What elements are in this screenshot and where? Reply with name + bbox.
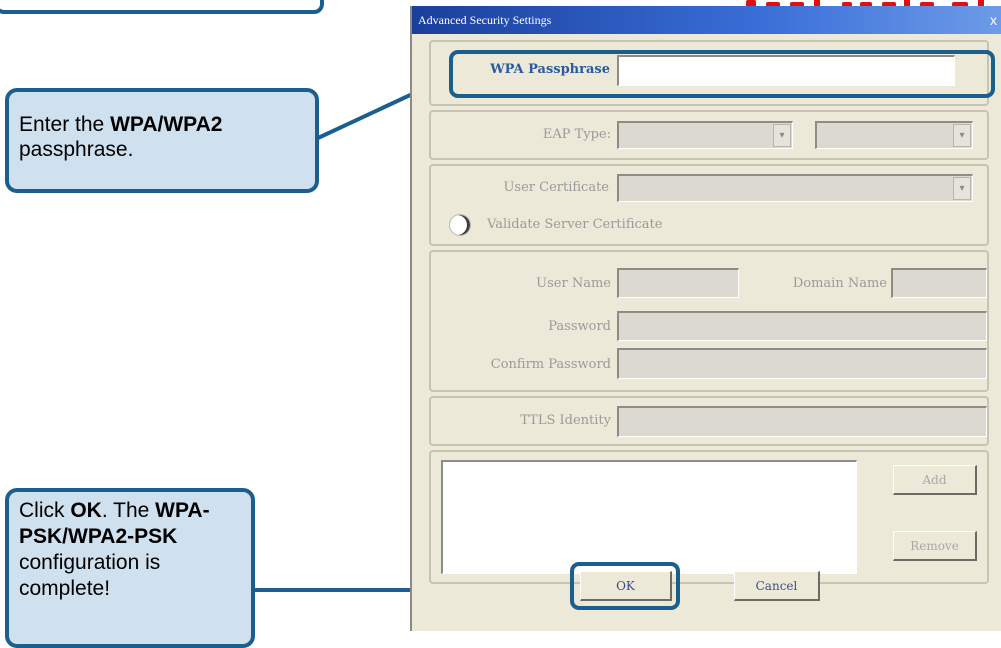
add-button[interactable]: Add xyxy=(893,465,977,495)
certificate-listbox[interactable] xyxy=(441,460,857,574)
close-icon[interactable]: x xyxy=(990,6,997,34)
ok-highlight xyxy=(570,562,680,610)
ok-callout-bold-ok: OK xyxy=(70,499,102,522)
top-callout-box xyxy=(0,0,324,14)
eap-group: EAP Type: ▾ ▾ xyxy=(429,110,989,160)
user-certificate-label: User Certificate xyxy=(503,180,609,195)
ok-callout-post: configuration is complete! xyxy=(19,551,161,600)
user-name-input[interactable] xyxy=(617,268,739,298)
ok-callout-pre: Click xyxy=(19,499,71,522)
passphrase-callout: Enter the WPA/WPA2 passphrase. xyxy=(5,88,319,193)
user-name-label: User Name xyxy=(536,276,611,291)
eap-subtype-select[interactable]: ▾ xyxy=(815,121,973,149)
dialog-title: Advanced Security Settings xyxy=(418,13,552,27)
eap-type-select[interactable]: ▾ xyxy=(617,121,793,149)
password-label: Password xyxy=(548,319,611,334)
validate-server-checkbox[interactable] xyxy=(449,214,471,236)
ttls-identity-label: TTLS Identity xyxy=(520,413,611,428)
domain-name-label: Domain Name xyxy=(792,276,887,291)
passphrase-highlight xyxy=(449,50,995,98)
remove-button[interactable]: Remove xyxy=(893,531,977,561)
dialog-titlebar: Advanced Security Settings xyxy=(412,6,1001,34)
certificate-list-group: Add Remove xyxy=(429,450,989,584)
passphrase-callout-bold: WPA/WPA2 xyxy=(110,113,223,136)
credentials-group: User Name Domain Name Password Confirm P… xyxy=(429,250,989,392)
ok-callout: Click OK. The WPA-PSK/WPA2-PSK configura… xyxy=(5,488,255,648)
ok-callout-mid: . The xyxy=(101,499,156,522)
chevron-down-icon[interactable]: ▾ xyxy=(953,124,971,147)
confirm-password-label: Confirm Password xyxy=(490,357,611,372)
ttls-group: TTLS Identity xyxy=(429,396,989,446)
confirm-password-input[interactable] xyxy=(617,348,987,379)
password-input[interactable] xyxy=(617,311,987,341)
validate-server-label: Validate Server Certificate xyxy=(487,217,663,232)
certificate-group: User Certificate ▾ Validate Server Certi… xyxy=(429,164,989,246)
cancel-button[interactable]: Cancel xyxy=(734,571,820,601)
ttls-identity-input[interactable] xyxy=(617,406,987,437)
user-certificate-select[interactable]: ▾ xyxy=(617,174,973,202)
domain-name-input[interactable] xyxy=(891,268,987,298)
eap-type-label: EAP Type: xyxy=(542,127,611,142)
passphrase-callout-post: passphrase. xyxy=(19,138,134,161)
chevron-down-icon[interactable]: ▾ xyxy=(953,177,971,200)
advanced-security-dialog: Advanced Security Settings x WPA Passphr… xyxy=(410,6,1001,631)
passphrase-callout-pre: Enter the xyxy=(19,113,111,136)
chevron-down-icon[interactable]: ▾ xyxy=(773,124,791,147)
